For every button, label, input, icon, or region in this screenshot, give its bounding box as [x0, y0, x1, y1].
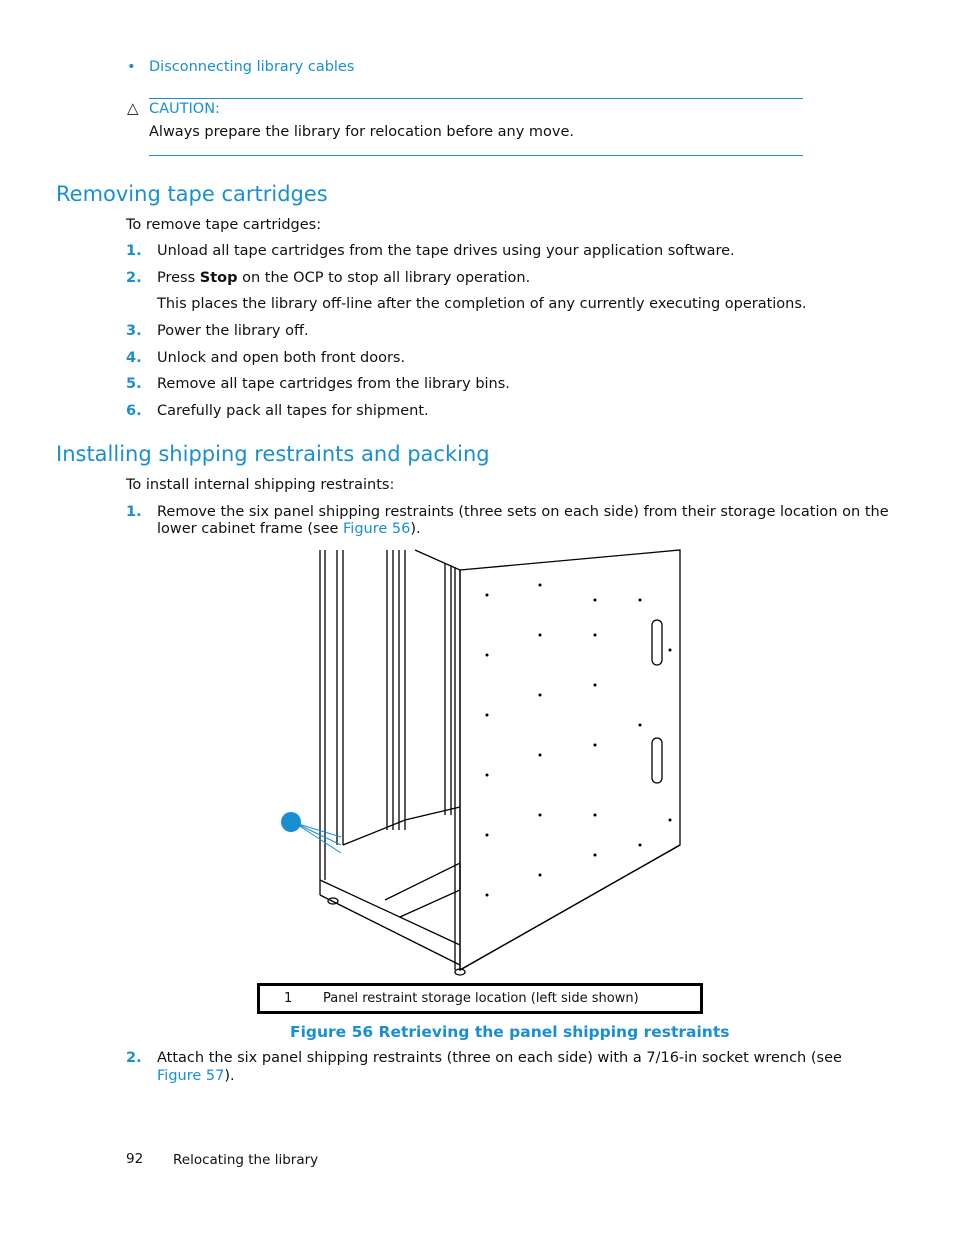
mounting-holes — [485, 583, 672, 897]
step-text: Remove all tape cartridges from the libr… — [157, 376, 510, 392]
figure-caption: Figure 56 Retrieving the panel shipping … — [290, 1023, 730, 1041]
disconnecting-cables-link[interactable]: Disconnecting library cables — [149, 59, 354, 75]
step-text: Attach the six panel shipping restraints… — [157, 1050, 842, 1066]
step-text-pre: lower cabinet frame (see — [157, 521, 344, 537]
step-text-post: ). — [410, 521, 421, 537]
section-title-installing: Installing shipping restraints and packi… — [56, 442, 490, 466]
warning-triangle-icon: △ — [127, 99, 139, 117]
stop-keyword: Stop — [199, 270, 238, 286]
step-number: 4. — [126, 350, 142, 366]
step-number: 6. — [126, 403, 142, 419]
caution-label: CAUTION: — [149, 101, 220, 117]
step-text: Power the library off. — [157, 323, 309, 339]
caution-text: Always prepare the library for relocatio… — [149, 124, 575, 140]
step-number: 1. — [126, 504, 142, 520]
step-text: Remove the six panel shipping restraints… — [157, 504, 889, 520]
step-number: 2. — [126, 270, 142, 286]
step-text: Carefully pack all tapes for shipment. — [157, 403, 429, 419]
figure-56-link[interactable]: Figure 56 — [343, 521, 410, 537]
step-text-pre: Press — [157, 270, 200, 286]
step-text-post: on the OCP to stop all library operation… — [237, 270, 531, 286]
step-number: 5. — [126, 376, 142, 392]
step-number: 2. — [126, 1050, 142, 1066]
callout-leaders — [294, 822, 342, 854]
step-text-post: ). — [224, 1068, 235, 1084]
step-note: This places the library off-line after t… — [157, 296, 807, 312]
figure-legend: 1 Panel restraint storage location (left… — [257, 983, 703, 1014]
step-number: 3. — [126, 323, 142, 339]
step-text: Unload all tape cartridges from the tape… — [157, 243, 735, 259]
footer-title: Relocating the library — [173, 1152, 319, 1168]
caution-top-rule — [149, 98, 803, 99]
step-text: Press Stop on the OCP to stop all librar… — [157, 270, 530, 286]
section-intro: To remove tape cartridges: — [126, 217, 322, 233]
legend-text: Panel restraint storage location (left s… — [323, 991, 639, 1006]
step-text-line2: Figure 57). — [157, 1068, 235, 1084]
bullet-icon: • — [127, 59, 136, 75]
legend-number: 1 — [284, 991, 293, 1006]
step-number: 1. — [126, 243, 142, 259]
cabinet-illustration — [281, 549, 681, 976]
caution-bottom-rule — [149, 155, 803, 156]
page-number: 92 — [126, 1151, 144, 1167]
document-page: • Disconnecting library cables △ CAUTION… — [0, 0, 954, 1235]
callout-marker-1 — [281, 812, 301, 832]
step-text-line2: lower cabinet frame (see Figure 56). — [157, 521, 421, 537]
step-text: Unlock and open both front doors. — [157, 350, 406, 366]
figure-57-link[interactable]: Figure 57 — [157, 1068, 224, 1084]
section-intro: To install internal shipping restraints: — [126, 477, 395, 493]
section-title-removing: Removing tape cartridges — [56, 182, 328, 206]
